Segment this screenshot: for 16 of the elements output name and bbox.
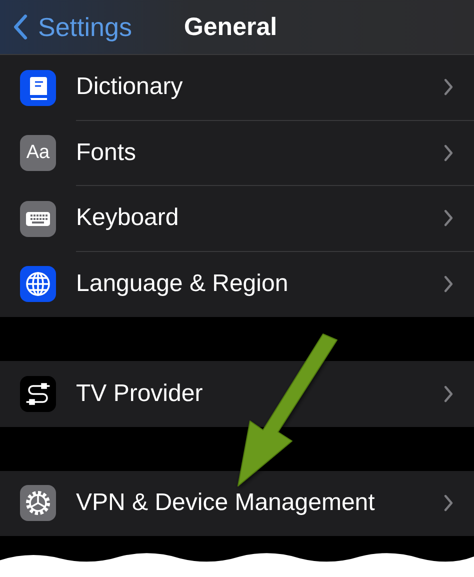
row-label: TV Provider — [76, 380, 204, 408]
page-title: General — [184, 12, 278, 42]
chevron-icon — [443, 384, 454, 403]
fonts-icon: Aa — [20, 135, 56, 172]
row-label: Keyboard — [76, 204, 180, 232]
row-label: Language & Region — [76, 270, 290, 298]
row-label: VPN & Device Management — [76, 489, 376, 518]
chevron-icon — [443, 494, 454, 512]
row-label: Dictionary — [76, 73, 184, 102]
chevron-icon — [443, 209, 454, 228]
chevron-icon — [443, 144, 454, 162]
chevron-icon — [443, 78, 454, 96]
row-label: Fonts — [76, 138, 138, 167]
back-chevron-icon — [12, 14, 28, 40]
back-button[interactable]: Settings — [0, 12, 132, 42]
chevron-icon — [443, 275, 454, 294]
